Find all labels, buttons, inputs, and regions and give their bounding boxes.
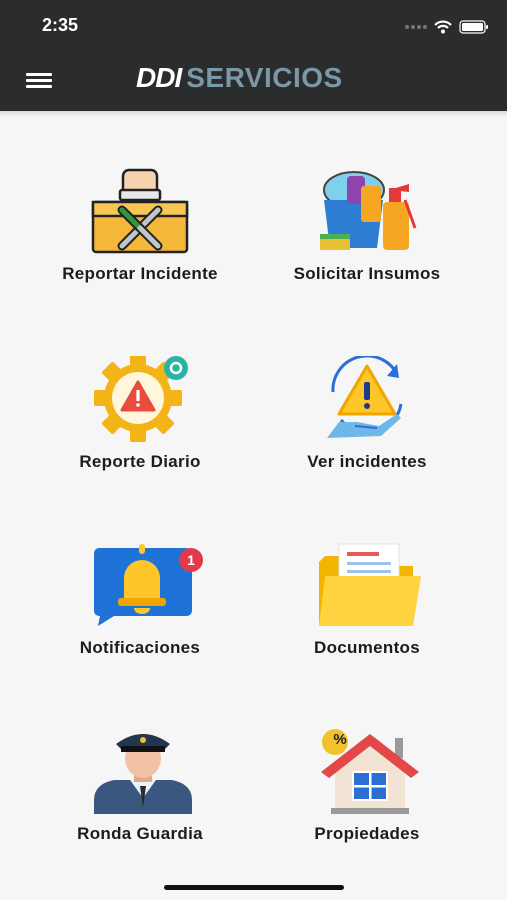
security-guard-icon bbox=[94, 734, 192, 814]
header-shadow bbox=[0, 111, 507, 117]
cellular-signal-icon bbox=[405, 25, 427, 29]
battery-icon bbox=[459, 20, 488, 34]
wifi-icon bbox=[434, 20, 452, 34]
gear-warning-icon bbox=[94, 356, 188, 442]
tile-label: Ronda Guardia bbox=[77, 824, 203, 843]
status-icons bbox=[405, 17, 489, 37]
menu-tile-reportar-incidente[interactable]: Reportar Incidente bbox=[25, 168, 255, 328]
tile-label: Reportar Incidente bbox=[62, 264, 218, 283]
cleaning-supplies-icon bbox=[320, 171, 417, 250]
folder-icon bbox=[319, 543, 421, 626]
tile-label: Solicitar Insumos bbox=[293, 264, 441, 283]
brand-part1: DDI bbox=[136, 62, 182, 93]
hamburger-menu-button[interactable] bbox=[26, 73, 52, 89]
menu-tile-propiedades[interactable]: % Propiedades bbox=[252, 728, 482, 888]
home-indicator[interactable] bbox=[164, 885, 344, 890]
menu-tile-ronda-guardia[interactable]: Ronda Guardia bbox=[25, 728, 255, 888]
tile-label: Notificaciones bbox=[79, 638, 201, 657]
tile-label: Reporte Diario bbox=[79, 452, 201, 471]
menu-tile-ver-incidentes[interactable]: Ver incidentes bbox=[252, 356, 482, 516]
tile-label: Propiedades bbox=[314, 824, 420, 843]
notification-badge-count: 1 bbox=[187, 552, 195, 568]
top-app-bar: 2:35 DDI SERVICIOS bbox=[0, 0, 507, 111]
tile-label: Documentos bbox=[314, 638, 420, 657]
menu-tile-notificaciones[interactable]: 1 Notificaciones bbox=[25, 542, 255, 702]
menu-tile-reporte-diario[interactable]: Reporte Diario bbox=[25, 356, 255, 516]
hand-warning-icon bbox=[327, 356, 403, 438]
status-time: 2:35 bbox=[42, 15, 79, 35]
tile-label: Ver incidentes bbox=[307, 452, 427, 471]
menu-tile-solicitar-insumos[interactable]: Solicitar Insumos bbox=[252, 168, 482, 328]
menu-tile-documentos[interactable]: Documentos bbox=[252, 542, 482, 702]
brand-logo: DDI SERVICIOS bbox=[136, 62, 343, 94]
notification-badge: 1 bbox=[179, 548, 203, 572]
percent-sign: % bbox=[333, 731, 347, 748]
brand-part2: SERVICIOS bbox=[186, 62, 343, 93]
toolbox-icon bbox=[91, 168, 189, 254]
